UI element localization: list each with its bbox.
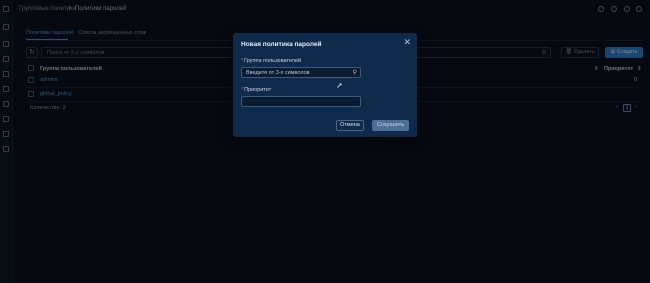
group-field-label-text: Группа пользователей [244, 58, 302, 64]
priority-field-label-text: Приоритет [244, 87, 272, 93]
group-field-label: *Группа пользователей [241, 58, 302, 64]
close-icon[interactable]: ✕ [403, 38, 411, 47]
priority-field-label: *Приоритет [241, 87, 272, 93]
dialog-title: Новая политика паролей [241, 41, 322, 48]
new-password-policy-dialog: Новая политика паролей ✕ *Группа пользов… [233, 33, 417, 137]
mouse-cursor-icon: ➚ [336, 81, 343, 90]
group-field-placeholder: Введите от 3-х символов [246, 70, 310, 76]
group-field[interactable]: Введите от 3-х символов ⚲ [241, 67, 361, 78]
priority-field[interactable] [241, 96, 361, 107]
search-icon: ⚲ [352, 70, 357, 76]
save-button[interactable]: Сохранить [372, 120, 409, 131]
cancel-button[interactable]: Отмена [336, 120, 364, 131]
